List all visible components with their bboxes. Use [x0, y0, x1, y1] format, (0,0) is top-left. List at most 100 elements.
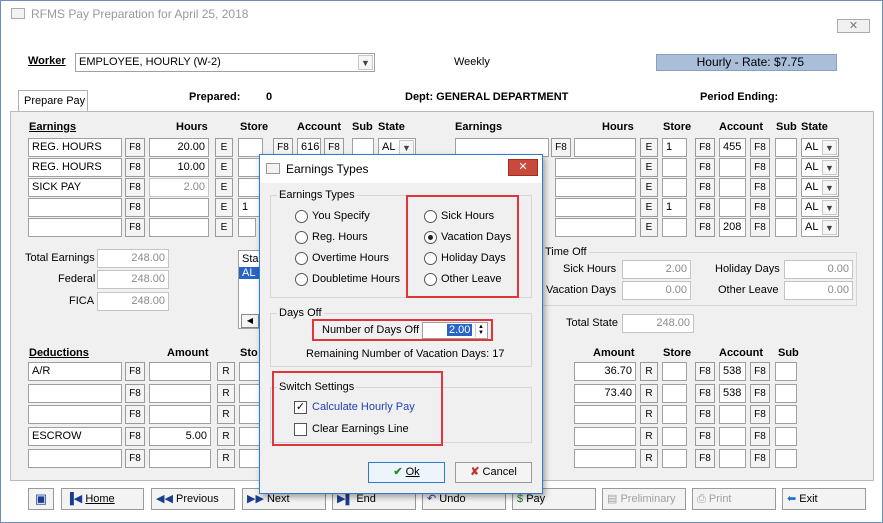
save-button[interactable]: ▣: [28, 488, 54, 510]
r-button[interactable]: R: [640, 427, 658, 446]
state-select[interactable]: AL ▼: [801, 218, 839, 237]
sub-field[interactable]: [775, 405, 797, 424]
account-field[interactable]: [719, 178, 746, 197]
radio-other-leave[interactable]: [424, 273, 437, 286]
store-field[interactable]: [662, 218, 687, 237]
f8-button[interactable]: F8: [750, 138, 770, 157]
amount-field[interactable]: 36.70: [574, 362, 636, 381]
r-button[interactable]: R: [217, 427, 235, 446]
calculate-hourly-pay-checkbox[interactable]: ✓: [294, 401, 307, 414]
f8-button[interactable]: F8: [125, 384, 145, 403]
f8-button[interactable]: F8: [750, 405, 770, 424]
account-field[interactable]: [719, 158, 746, 177]
f8-button[interactable]: F8: [695, 427, 715, 446]
hours-field[interactable]: [149, 218, 209, 237]
sub-field[interactable]: [775, 449, 797, 468]
f8-button[interactable]: F8: [695, 138, 715, 157]
e-button[interactable]: E: [215, 138, 233, 157]
state-select[interactable]: AL ▼: [801, 178, 839, 197]
r-button[interactable]: R: [217, 405, 235, 424]
dialog-close-button[interactable]: ✕: [508, 159, 538, 176]
f8-button[interactable]: F8: [750, 362, 770, 381]
store-field[interactable]: [239, 362, 261, 381]
account-field[interactable]: 538: [719, 384, 746, 403]
cancel-button[interactable]: ✘ Cancel: [455, 462, 532, 483]
hours-field[interactable]: [574, 138, 636, 157]
account-field[interactable]: 208: [719, 218, 746, 237]
store-field[interactable]: 1: [662, 138, 687, 157]
window-close-button[interactable]: ✕: [837, 19, 870, 33]
home-button[interactable]: ▐◀ Home: [61, 488, 144, 510]
exit-button[interactable]: ⬅ Exit: [782, 488, 866, 510]
account-field[interactable]: 538: [719, 362, 746, 381]
f8-button[interactable]: F8: [125, 138, 145, 157]
worker-select[interactable]: EMPLOYEE, HOURLY (W-2) ▼: [75, 53, 375, 72]
earning-type-field[interactable]: SICK PAY: [28, 178, 122, 197]
e-button[interactable]: E: [640, 138, 658, 157]
deduction-field[interactable]: [28, 384, 122, 403]
earning-type-field[interactable]: [28, 218, 122, 237]
r-button[interactable]: R: [217, 449, 235, 468]
ok-button[interactable]: ✔ Ok: [368, 462, 445, 483]
clear-earnings-line-checkbox[interactable]: [294, 423, 307, 436]
account-field[interactable]: [719, 449, 746, 468]
print-button[interactable]: ⎙ Print: [692, 488, 776, 510]
f8-button[interactable]: F8: [551, 138, 571, 157]
f8-button[interactable]: F8: [125, 178, 145, 197]
f8-button[interactable]: F8: [125, 449, 145, 468]
sub-field[interactable]: [775, 198, 797, 217]
state-select[interactable]: AL ▼: [801, 138, 839, 157]
sub-field[interactable]: [775, 178, 797, 197]
f8-button[interactable]: F8: [750, 427, 770, 446]
hours-field[interactable]: [555, 218, 636, 237]
store-field[interactable]: [239, 449, 261, 468]
store-field[interactable]: [239, 384, 261, 403]
e-button[interactable]: E: [640, 178, 658, 197]
f8-button[interactable]: F8: [695, 362, 715, 381]
sub-field[interactable]: [775, 384, 797, 403]
account-field[interactable]: [719, 198, 746, 217]
store-field[interactable]: [662, 384, 687, 403]
sub-field[interactable]: [775, 218, 797, 237]
amount-field[interactable]: [149, 405, 211, 424]
e-button[interactable]: E: [640, 218, 658, 237]
radio-you-specify[interactable]: [295, 210, 308, 223]
hours-field[interactable]: 10.00: [149, 158, 209, 177]
sub-field[interactable]: [775, 427, 797, 446]
f8-button[interactable]: F8: [695, 178, 715, 197]
e-button[interactable]: E: [640, 198, 658, 217]
deduction-field[interactable]: ESCROW: [28, 427, 122, 446]
r-button[interactable]: R: [217, 362, 235, 381]
amount-field[interactable]: [149, 384, 211, 403]
account-field[interactable]: [719, 427, 746, 446]
amount-field[interactable]: [574, 449, 636, 468]
store-field[interactable]: [662, 449, 687, 468]
hours-field[interactable]: [555, 158, 636, 177]
account-field[interactable]: [719, 405, 746, 424]
r-button[interactable]: R: [640, 449, 658, 468]
amount-field[interactable]: 73.40: [574, 384, 636, 403]
store-field[interactable]: 1: [662, 198, 687, 217]
f8-button[interactable]: F8: [125, 158, 145, 177]
f8-button[interactable]: F8: [695, 405, 715, 424]
e-button[interactable]: E: [215, 158, 233, 177]
amount-field[interactable]: [574, 405, 636, 424]
store-field[interactable]: [239, 427, 261, 446]
f8-button[interactable]: F8: [125, 362, 145, 381]
earning-type-field[interactable]: REG. HOURS: [28, 138, 122, 157]
number-of-days-off-spinner[interactable]: 2.00 ▲ ▼: [422, 322, 488, 339]
radio-overtime-hours[interactable]: [295, 252, 308, 265]
amount-field[interactable]: [574, 427, 636, 446]
e-button[interactable]: E: [640, 158, 658, 177]
r-button[interactable]: R: [640, 384, 658, 403]
number-of-days-off-value[interactable]: 2.00: [447, 324, 473, 336]
hours-field[interactable]: 20.00: [149, 138, 209, 157]
f8-button[interactable]: F8: [125, 198, 145, 217]
sub-field[interactable]: [775, 362, 797, 381]
tab-prepare-pay[interactable]: Prepare Pay: [18, 90, 88, 112]
deduction-field[interactable]: [28, 405, 122, 424]
radio-holiday-days[interactable]: [424, 252, 437, 265]
e-button[interactable]: E: [215, 178, 233, 197]
hours-field[interactable]: [555, 178, 636, 197]
f8-button[interactable]: F8: [750, 384, 770, 403]
